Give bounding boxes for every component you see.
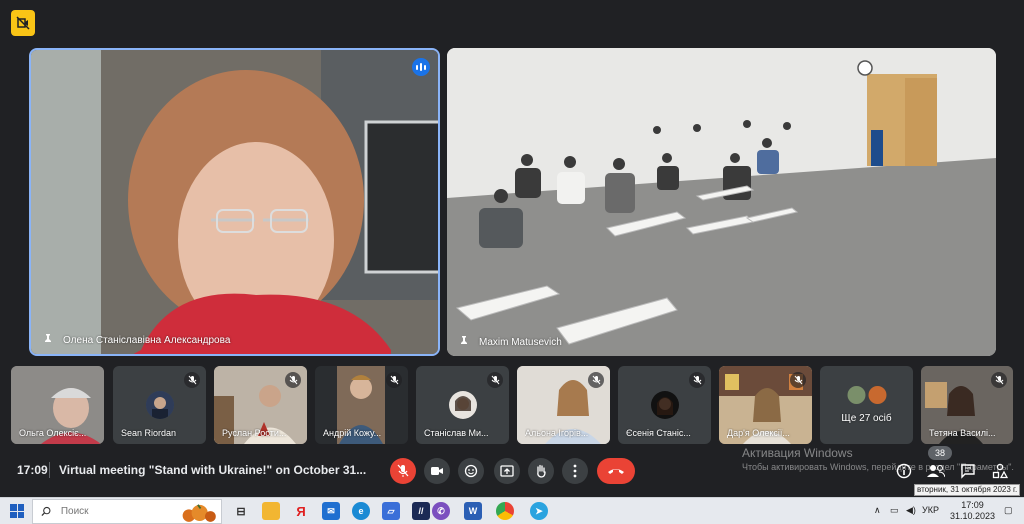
participant-tile[interactable]: Дар'я Олексії... — [719, 366, 812, 444]
tray-overflow-icon[interactable]: ∧ — [874, 505, 881, 516]
participant-tile[interactable]: Андрій Кожу... — [315, 366, 408, 444]
mic-off-icon — [487, 372, 503, 388]
word-icon[interactable]: W — [464, 502, 482, 520]
divider — [49, 462, 50, 478]
camera-toggle-button[interactable] — [424, 458, 450, 484]
mail-icon[interactable]: ✉ — [322, 502, 340, 520]
taskbar-clock[interactable]: 17:09 31.10.2023 — [950, 500, 995, 522]
chat-icon — [961, 464, 975, 479]
info-icon — [896, 463, 912, 479]
pin-icon[interactable] — [43, 334, 53, 346]
viber-icon[interactable]: ✆ — [432, 502, 450, 520]
activities-button[interactable] — [990, 461, 1010, 481]
participant-name: Станіслав Ми... — [424, 428, 489, 438]
participant-tile[interactable]: Альона Ігорів... — [517, 366, 610, 444]
windows-start-icon[interactable] — [10, 504, 24, 518]
participant-name: Тетяна Василі... — [929, 428, 996, 438]
mic-off-icon — [386, 372, 402, 388]
present-icon — [500, 465, 514, 477]
activities-icon — [992, 463, 1008, 479]
mic-off-icon — [397, 464, 409, 477]
windows-taskbar: ⊟ Я ✉ e ▱ // ✆ W ➤ ∧ ▭ ◀) УКР 17:09 31.1… — [0, 497, 1024, 524]
more-participants-label: Ще 27 осіб — [841, 413, 892, 424]
participant-name: Maxim Matusevich — [479, 336, 562, 348]
chrome-icon[interactable] — [496, 502, 514, 520]
mic-off-icon — [991, 372, 1007, 388]
avatar — [650, 391, 679, 419]
participant-tile[interactable]: Єсенія Станіс... — [618, 366, 711, 444]
participant-tile[interactable]: Станіслав Ми... — [416, 366, 509, 444]
search-highlight-icon — [182, 503, 216, 522]
reactions-button[interactable] — [458, 458, 484, 484]
participant-name: Єсенія Станіс... — [626, 428, 691, 438]
speaking-indicator-icon — [412, 58, 430, 76]
classroom-video-tile[interactable]: Maxim Matusevich — [447, 48, 996, 356]
search-icon — [41, 506, 51, 516]
meeting-details-button[interactable] — [894, 461, 914, 481]
participant-tile[interactable]: Sean Riordan — [113, 366, 206, 444]
emoji-icon — [464, 464, 478, 478]
language-indicator[interactable]: УКР — [922, 505, 939, 515]
more-options-icon — [573, 464, 577, 478]
search-input[interactable] — [60, 506, 161, 517]
people-button[interactable] — [926, 461, 946, 481]
meeting-time: 17:09 — [17, 463, 48, 477]
network-icon[interactable]: ▭ — [890, 505, 899, 516]
avatar — [448, 391, 477, 419]
avatar — [145, 391, 174, 419]
chat-button[interactable] — [958, 461, 978, 481]
participant-tile[interactable]: Тетяна Василі... — [921, 366, 1013, 444]
clock-date: 31.10.2023 — [950, 511, 996, 521]
clock-time: 17:09 — [961, 500, 984, 510]
volume-icon[interactable]: ◀) — [906, 505, 916, 516]
notifications-icon[interactable]: ▢ — [1004, 505, 1013, 516]
mic-off-icon — [588, 372, 604, 388]
camera-icon — [431, 467, 443, 475]
mic-off-icon — [285, 372, 301, 388]
present-screen-button[interactable] — [494, 458, 520, 484]
participant-name: Дар'я Олексії... — [727, 428, 790, 438]
participant-name: Андрій Кожу... — [323, 428, 382, 438]
mic-off-icon — [689, 372, 705, 388]
participant-name: Альона Ігорів... — [525, 428, 589, 438]
people-icon — [927, 465, 945, 478]
taskbar-search[interactable] — [32, 499, 222, 524]
microphone-toggle-button[interactable] — [390, 458, 416, 484]
mic-off-icon — [790, 372, 806, 388]
speaker-name: Олена Станіславівна Александрова — [63, 334, 231, 346]
participant-name: Руслан Рости... — [222, 428, 287, 438]
pdf-reader-icon[interactable]: // — [412, 502, 430, 520]
more-options-button[interactable] — [562, 458, 588, 484]
app-icon[interactable]: ▱ — [382, 502, 400, 520]
avatar-group — [847, 386, 886, 404]
speaker-video-tile[interactable]: Олена Станіславівна Александрова — [29, 48, 440, 356]
participant-name: Sean Riordan — [121, 428, 177, 438]
yandex-browser-icon[interactable]: Я — [292, 502, 310, 520]
participants-count-badge: 38 — [928, 446, 952, 460]
participant-tile[interactable]: Руслан Рости... — [214, 366, 307, 444]
edge-icon[interactable]: e — [352, 502, 370, 520]
leave-call-button[interactable] — [597, 458, 635, 484]
raise-hand-button[interactable] — [528, 458, 554, 484]
avatar — [847, 386, 865, 404]
date-tooltip: вторник, 31 октября 2023 г. — [914, 484, 1020, 496]
mic-off-icon — [184, 372, 200, 388]
task-view-icon[interactable]: ⊟ — [232, 502, 250, 520]
pin-icon[interactable] — [459, 336, 469, 348]
telegram-icon[interactable]: ➤ — [530, 502, 548, 520]
file-explorer-icon[interactable] — [262, 502, 280, 520]
participant-tile[interactable]: Ольга Олексіє... — [11, 366, 104, 444]
meet-logo-icon[interactable] — [11, 10, 35, 36]
more-participants-tile[interactable]: Ще 27 осіб — [820, 366, 913, 444]
meeting-controls-bar: 17:09 Virtual meeting "Stand with Ukrain… — [0, 454, 1024, 488]
meeting-title: Virtual meeting "Stand with Ukraine!" on… — [59, 463, 367, 477]
hangup-icon — [608, 469, 624, 474]
avatar — [868, 386, 886, 404]
raise-hand-icon — [537, 464, 546, 478]
participant-name: Ольга Олексіє... — [19, 428, 87, 438]
